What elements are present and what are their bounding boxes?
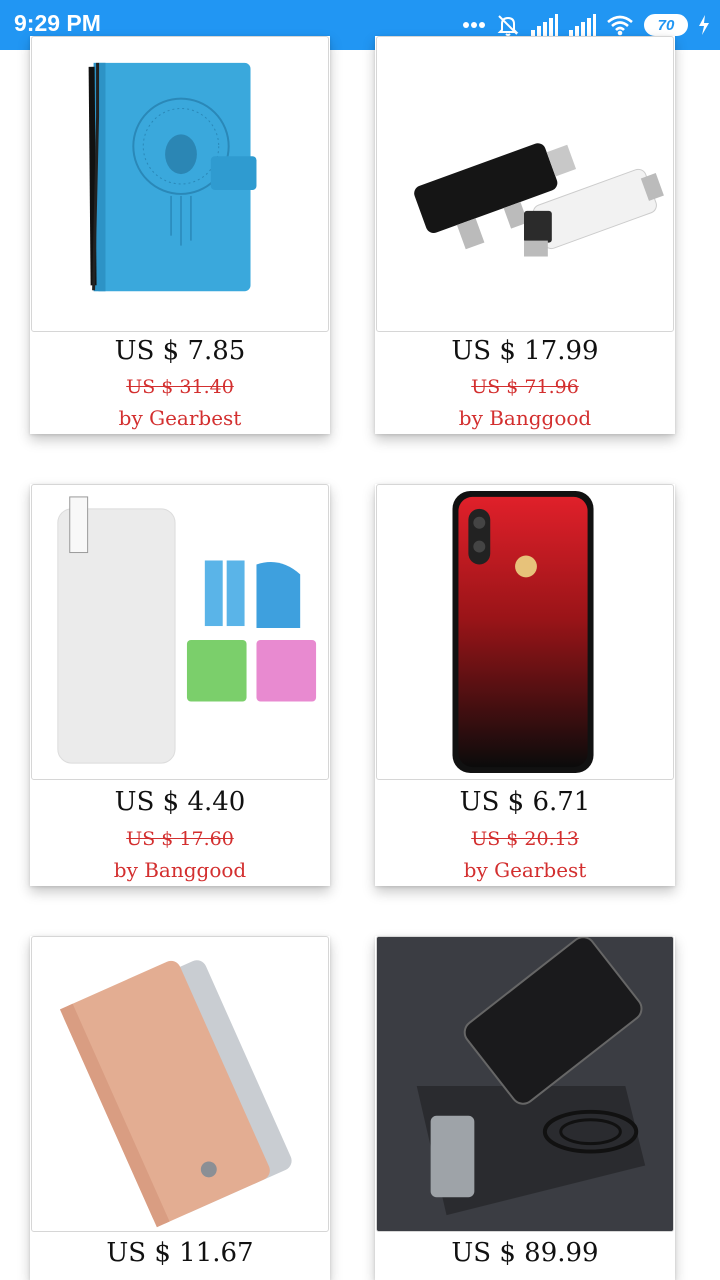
product-old-price: US $ 71.96	[471, 376, 579, 398]
battery-icon: 70	[644, 14, 688, 36]
more-dots-icon	[462, 21, 486, 29]
product-card[interactable]: US $ 11.67	[30, 936, 330, 1280]
signal-icon	[530, 14, 558, 36]
product-card[interactable]: US $ 6.71 US $ 20.13 by Gearbest	[375, 484, 675, 886]
product-image-card-reader[interactable]	[376, 36, 674, 332]
wifi-icon	[606, 14, 634, 36]
product-price: US $ 89.99	[451, 1238, 599, 1268]
product-card[interactable]: US $ 4.40 US $ 17.60 by Banggood	[30, 484, 330, 886]
charging-icon	[698, 15, 710, 35]
product-image-phone-case[interactable]	[376, 484, 674, 780]
product-price: US $ 6.71	[459, 787, 591, 817]
product-price: US $ 11.67	[106, 1238, 254, 1268]
product-old-price: US $ 20.13	[471, 828, 579, 850]
status-time: 9:29 PM	[14, 10, 101, 36]
product-price: US $ 7.85	[114, 336, 246, 366]
product-image-charging-dock[interactable]	[376, 936, 674, 1232]
product-seller: by Banggood	[113, 858, 247, 882]
product-price: US $ 4.40	[114, 787, 246, 817]
product-seller: by Gearbest	[118, 406, 242, 430]
product-seller: by Gearbest	[463, 858, 587, 882]
product-image-screen-protector[interactable]	[31, 484, 329, 780]
product-old-price: US $ 31.40	[126, 376, 234, 398]
alarm-off-icon	[496, 13, 520, 37]
product-seller: by Banggood	[458, 406, 592, 430]
product-image-flip-case[interactable]	[31, 936, 329, 1232]
product-card[interactable]: US $ 89.99	[375, 936, 675, 1280]
signal-icon	[568, 14, 596, 36]
product-card[interactable]: US $ 7.85 US $ 31.40 by Gearbest	[30, 36, 330, 434]
product-image-wallet-case[interactable]	[31, 36, 329, 332]
product-price: US $ 17.99	[451, 336, 599, 366]
product-card[interactable]: US $ 17.99 US $ 71.96 by Banggood	[375, 36, 675, 434]
product-old-price: US $ 17.60	[126, 828, 234, 850]
